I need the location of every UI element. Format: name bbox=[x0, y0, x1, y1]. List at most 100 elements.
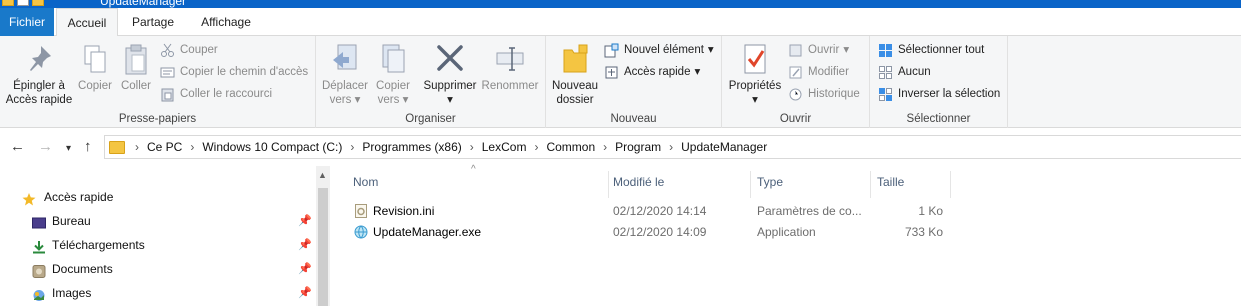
history-button[interactable]: Historique bbox=[788, 84, 860, 104]
properties-label: Propriétés bbox=[728, 80, 782, 92]
new-folder-button[interactable]: Nouveau dossier bbox=[548, 42, 602, 107]
select-none-button[interactable]: Aucun bbox=[878, 62, 931, 82]
open-button[interactable]: Ouvrir ▾ bbox=[788, 40, 849, 60]
easy-access-button[interactable]: Accès rapide ▾ bbox=[604, 62, 700, 82]
move-to-icon bbox=[329, 42, 361, 76]
paste-button[interactable]: Coller bbox=[118, 42, 154, 93]
file-modified: 02/12/2020 14:14 bbox=[613, 204, 707, 218]
properties-button[interactable]: Propriétés ▾ bbox=[726, 42, 784, 107]
file-row[interactable]: Revision.ini 02/12/2020 14:14 Paramètres… bbox=[331, 200, 951, 222]
settings-file-icon bbox=[354, 204, 368, 218]
pin-icon bbox=[23, 42, 55, 76]
pin-icon[interactable]: 📌 bbox=[298, 281, 312, 305]
breadcrumb-updatemanager[interactable]: UpdateManager bbox=[681, 140, 767, 154]
paste-shortcut-button[interactable]: Coller le raccourci bbox=[160, 84, 272, 104]
move-to-button[interactable]: Déplacer vers ▾ bbox=[320, 42, 370, 107]
nav-item-label: Documents bbox=[52, 262, 113, 276]
copy-to-button[interactable]: Copier vers ▾ bbox=[370, 42, 416, 107]
tab-file[interactable]: Fichier bbox=[0, 8, 54, 36]
move-to-label-2: vers ▾ bbox=[329, 94, 361, 106]
nav-item-quick-access[interactable]: Accès rapide bbox=[0, 185, 318, 209]
back-arrow-icon[interactable]: ← bbox=[10, 138, 25, 156]
pin-icon[interactable]: 📌 bbox=[298, 209, 312, 233]
properties-icon[interactable] bbox=[17, 0, 29, 6]
nav-item-label: Bureau bbox=[52, 214, 91, 228]
forward-arrow-icon[interactable]: → bbox=[38, 138, 53, 156]
breadcrumb-chevron-icon[interactable]: › bbox=[470, 140, 474, 154]
file-row[interactable]: UpdateManager.exe 02/12/2020 14:09 Appli… bbox=[331, 221, 951, 243]
breadcrumb-chevron-icon[interactable]: › bbox=[534, 140, 538, 154]
breadcrumb-chevron-icon[interactable]: › bbox=[135, 140, 139, 154]
address-bar[interactable]: › Ce PC › Windows 10 Compact (C:) › Prog… bbox=[104, 135, 1241, 159]
tab-share[interactable]: Partage bbox=[122, 8, 184, 36]
pin-quick-access-button[interactable]: Épingler à Accès rapide bbox=[4, 42, 74, 107]
nav-item-label: Accès rapide bbox=[44, 190, 114, 204]
group-label-organize: Organiser bbox=[405, 113, 456, 125]
breadcrumb-chevron-icon[interactable]: › bbox=[350, 140, 354, 154]
breadcrumb-common[interactable]: Common bbox=[546, 140, 595, 154]
rename-button[interactable]: Renommer bbox=[480, 42, 540, 93]
group-label-new: Nouveau bbox=[610, 113, 657, 125]
nav-item-pictures[interactable]: Images 📌 bbox=[0, 281, 318, 305]
breadcrumb-chevron-icon[interactable]: › bbox=[603, 140, 607, 154]
invert-selection-label: Inverser la sélection bbox=[898, 88, 1001, 100]
breadcrumb-lexcom[interactable]: LexCom bbox=[482, 140, 527, 154]
move-to-label-1: Déplacer bbox=[321, 80, 369, 92]
cut-button[interactable]: Couper bbox=[160, 40, 218, 60]
delete-button[interactable]: Supprimer ▾ bbox=[420, 42, 480, 107]
tab-view[interactable]: Affichage bbox=[190, 8, 262, 36]
up-arrow-icon[interactable]: ↑ bbox=[84, 138, 92, 156]
scissors-icon bbox=[160, 43, 175, 58]
copy-icon bbox=[79, 42, 111, 76]
select-all-button[interactable]: Sélectionner tout bbox=[878, 40, 984, 60]
ribbon-tabs: Fichier Accueil Partage Affichage bbox=[0, 8, 1241, 37]
navigation-pane-scrollbar[interactable]: ▲ bbox=[316, 166, 330, 306]
column-header-name[interactable]: Nom bbox=[347, 171, 609, 198]
documents-icon bbox=[32, 262, 46, 278]
new-folder-icon[interactable] bbox=[32, 0, 44, 6]
copy-to-label-1: Copier bbox=[376, 80, 410, 92]
invert-selection-icon bbox=[878, 87, 893, 102]
new-item-button[interactable]: Nouvel élément ▾ bbox=[604, 40, 714, 60]
easy-access-icon bbox=[604, 65, 619, 80]
rename-label: Renommer bbox=[481, 80, 539, 92]
breadcrumb-chevron-icon[interactable]: › bbox=[190, 140, 194, 154]
breadcrumb-program-files-x86[interactable]: Programmes (x86) bbox=[362, 140, 461, 154]
nav-item-desktop[interactable]: Bureau 📌 bbox=[0, 209, 318, 233]
globe-app-icon bbox=[354, 225, 368, 239]
invert-selection-button[interactable]: Inverser la sélection bbox=[878, 84, 1000, 104]
recent-locations-chevron-icon[interactable]: ▾ bbox=[66, 140, 71, 158]
select-none-icon bbox=[878, 65, 893, 80]
navigation-pane: Accès rapide Bureau 📌 Téléchargements 📌 … bbox=[0, 166, 331, 306]
paste-shortcut-label: Coller le raccourci bbox=[180, 88, 273, 100]
edit-label: Modifier bbox=[808, 66, 849, 78]
nav-item-downloads[interactable]: Téléchargements 📌 bbox=[0, 233, 318, 257]
open-icon bbox=[788, 43, 803, 58]
group-label-clipboard: Presse-papiers bbox=[118, 113, 197, 125]
edit-button[interactable]: Modifier bbox=[788, 62, 849, 82]
scroll-up-arrow-icon[interactable]: ▲ bbox=[318, 170, 327, 180]
column-header-type[interactable]: Type bbox=[751, 171, 871, 198]
easy-access-label: Accès rapide bbox=[624, 66, 691, 78]
copy-path-button[interactable]: Copier le chemin d'accès bbox=[160, 62, 308, 82]
column-header-modified[interactable]: Modifié le bbox=[607, 171, 751, 198]
nav-item-documents[interactable]: Documents 📌 bbox=[0, 257, 318, 281]
history-icon bbox=[788, 87, 803, 102]
delete-label: Supprimer bbox=[423, 80, 477, 92]
column-header-size[interactable]: Taille bbox=[871, 171, 951, 198]
pin-icon[interactable]: 📌 bbox=[298, 257, 312, 281]
tab-home[interactable]: Accueil bbox=[56, 8, 118, 37]
dropdown-arrow-icon: ▾ bbox=[752, 94, 758, 106]
pin-label-2: Accès rapide bbox=[5, 94, 73, 106]
breadcrumb-program[interactable]: Program bbox=[615, 140, 661, 154]
copy-button[interactable]: Copier bbox=[76, 42, 114, 93]
breadcrumb-drive-c[interactable]: Windows 10 Compact (C:) bbox=[202, 140, 342, 154]
breadcrumb-this-pc[interactable]: Ce PC bbox=[147, 140, 182, 154]
window-title: UpdateManager bbox=[100, 0, 187, 8]
folder-icon[interactable] bbox=[2, 0, 14, 6]
properties-icon bbox=[739, 42, 771, 76]
pin-icon[interactable]: 📌 bbox=[298, 233, 312, 257]
desktop-icon bbox=[32, 214, 46, 229]
scrollbar-thumb[interactable] bbox=[318, 188, 328, 306]
breadcrumb-chevron-icon[interactable]: › bbox=[669, 140, 673, 154]
